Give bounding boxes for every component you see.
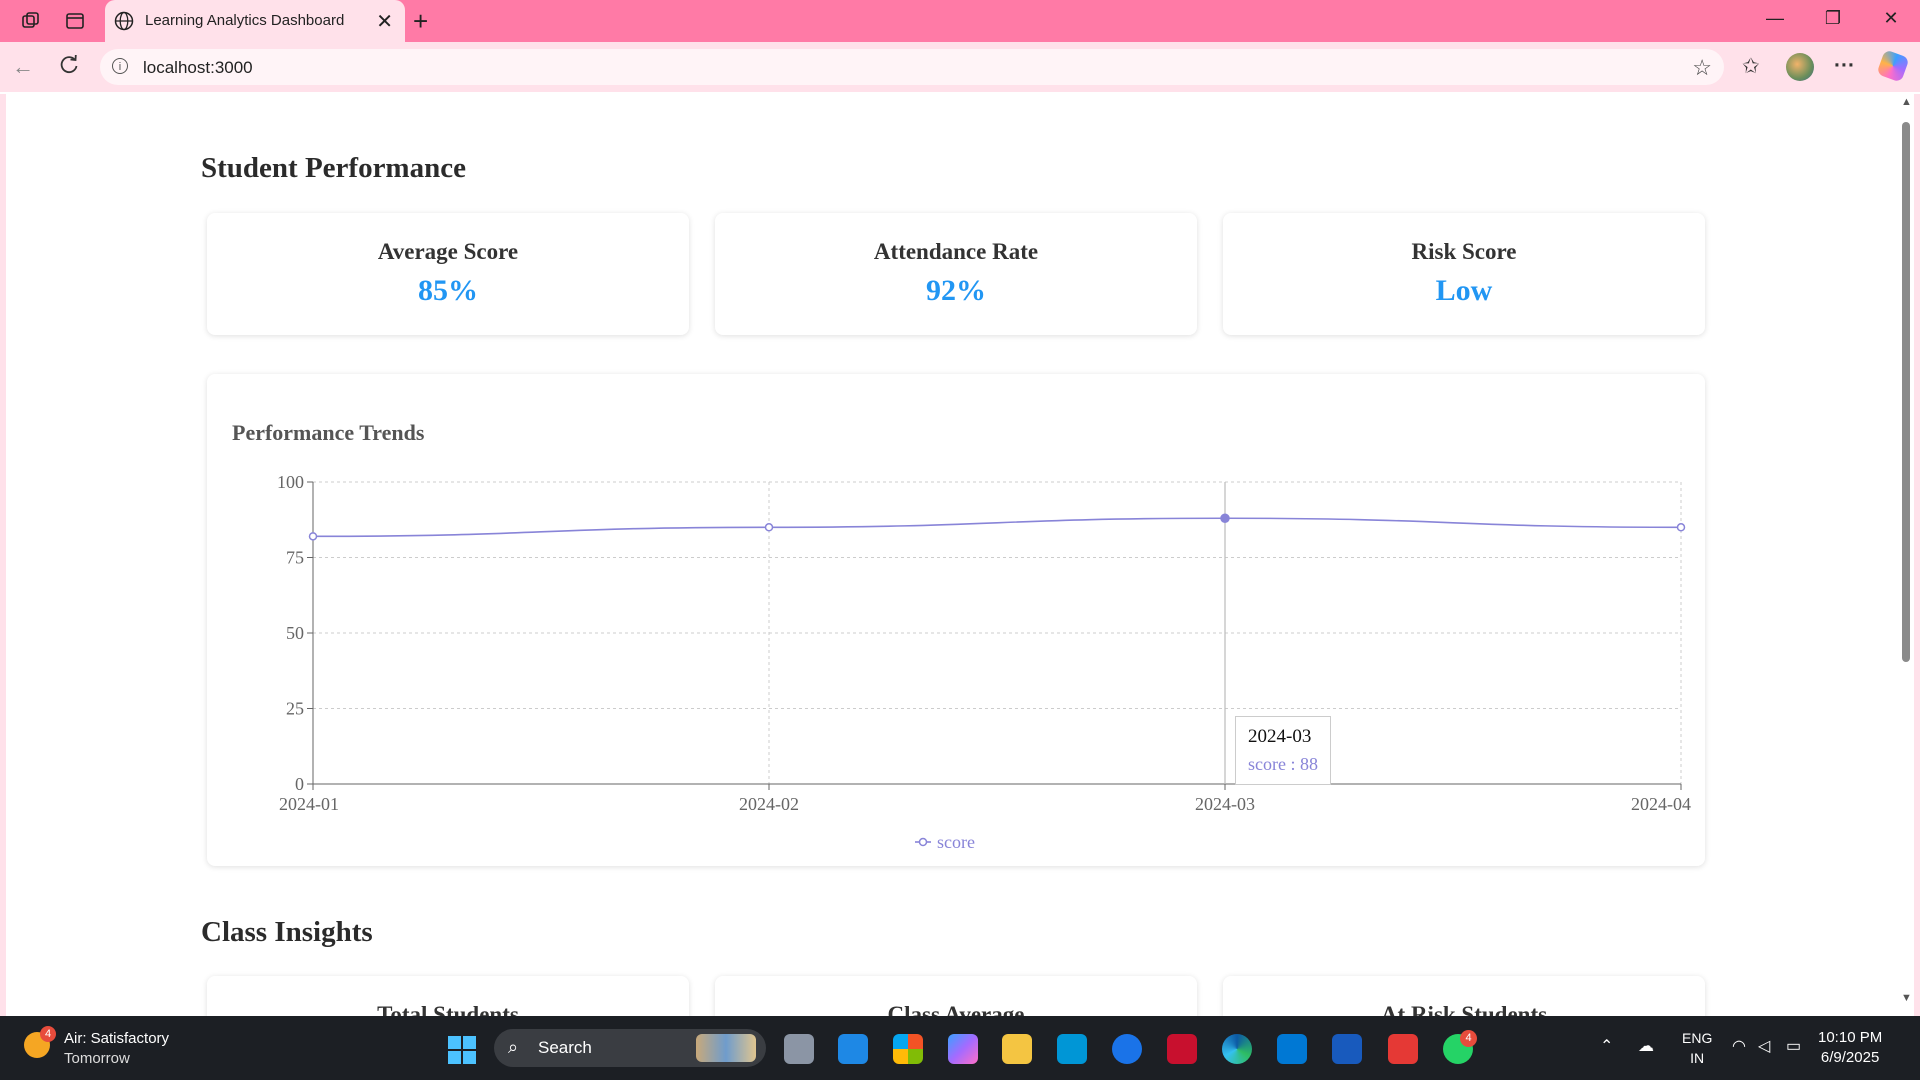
at-risk-students-label: At Risk Students bbox=[1380, 1002, 1548, 1016]
x-tick-label: 2024-03 bbox=[1195, 794, 1255, 814]
total-students-label: Total Students bbox=[377, 1002, 519, 1016]
weather-subtitle: Tomorrow bbox=[64, 1050, 130, 1067]
x-tick-label: 2024-02 bbox=[739, 794, 799, 814]
clock-date: 6/9/2025 bbox=[1820, 1049, 1880, 1066]
mcafee-icon[interactable] bbox=[1167, 1034, 1197, 1064]
page-viewport: Student Performance Average Score 85% At… bbox=[6, 94, 1898, 1016]
taskbar-search[interactable]: ⌕ Search bbox=[494, 1029, 766, 1067]
onedrive-icon[interactable]: ☁ bbox=[1638, 1036, 1654, 1056]
legend-marker-icon bbox=[918, 837, 928, 847]
start-button-icon[interactable] bbox=[448, 1036, 476, 1064]
x-tick-label: 2024-04 bbox=[1631, 794, 1691, 814]
search-label: Search bbox=[538, 1038, 592, 1057]
copilot-app-icon[interactable] bbox=[948, 1034, 978, 1064]
window-border-right bbox=[1914, 94, 1920, 1016]
microsoft-store-icon[interactable] bbox=[893, 1034, 923, 1064]
weather-title[interactable]: Air: Satisfactory bbox=[64, 1030, 169, 1047]
favorite-star-icon[interactable]: ☆ bbox=[1692, 55, 1712, 81]
more-options-icon[interactable]: ··· bbox=[1834, 54, 1855, 78]
y-tick-label: 25 bbox=[286, 699, 304, 719]
address-bar[interactable]: i localhost:3000 ☆ bbox=[100, 49, 1724, 85]
y-tick-label: 75 bbox=[286, 548, 304, 568]
scroll-up-icon[interactable]: ▲ bbox=[1901, 96, 1912, 108]
workspaces-icon[interactable] bbox=[18, 8, 44, 34]
show-hidden-icons-icon[interactable]: ⌃ bbox=[1600, 1036, 1613, 1056]
scroll-thumb[interactable] bbox=[1902, 122, 1910, 662]
word-icon[interactable] bbox=[1332, 1034, 1362, 1064]
tooltip-label: 2024-03 bbox=[1248, 726, 1312, 747]
windows-taskbar: 4 Air: Satisfactory Tomorrow ⌕ Search 4 … bbox=[0, 1016, 1920, 1080]
browser-tab-bar: Learning Analytics Dashboard ✕ + — ❐ ✕ bbox=[0, 0, 1920, 42]
refresh-icon[interactable] bbox=[58, 54, 80, 82]
x-tick-label: 2024-01 bbox=[279, 794, 339, 814]
average-score-label: Average Score bbox=[377, 239, 519, 264]
language-indicator[interactable]: ENG IN bbox=[1682, 1028, 1712, 1068]
vscode-icon[interactable] bbox=[1277, 1034, 1307, 1064]
battery-icon[interactable]: ▭ bbox=[1786, 1036, 1801, 1056]
globe-icon bbox=[113, 10, 135, 37]
data-point bbox=[308, 532, 318, 541]
back-icon[interactable]: ← bbox=[12, 54, 34, 80]
tab-title: Learning Analytics Dashboard bbox=[145, 12, 345, 29]
risk-score-card: Risk Score Low bbox=[1223, 213, 1705, 335]
edge-icon[interactable] bbox=[1222, 1034, 1252, 1064]
acrobat-icon[interactable] bbox=[1388, 1034, 1418, 1064]
copilot-icon[interactable] bbox=[1876, 49, 1910, 83]
data-point bbox=[1676, 523, 1686, 532]
series-line-score bbox=[312, 517, 1682, 538]
risk-score-label: Risk Score bbox=[1411, 239, 1517, 264]
page-scrollbar[interactable]: ▲ ▼ bbox=[1898, 94, 1914, 1016]
address-toolbar: ← i localhost:3000 ☆ ✩ ··· bbox=[0, 42, 1920, 92]
class-average-card: Class Average bbox=[715, 976, 1197, 1016]
url-text[interactable]: localhost:3000 bbox=[143, 58, 253, 78]
average-score-card: Average Score 85% bbox=[207, 213, 689, 335]
minimize-icon[interactable]: — bbox=[1760, 8, 1790, 29]
notepad-icon[interactable] bbox=[838, 1034, 868, 1064]
task-view-icon[interactable] bbox=[784, 1034, 814, 1064]
total-students-card: Total Students bbox=[207, 976, 689, 1016]
attendance-rate-label: Attendance Rate bbox=[873, 239, 1039, 264]
tooltip-value: score : 88 bbox=[1248, 754, 1318, 774]
risk-score-value: Low bbox=[1435, 274, 1493, 307]
student-performance-title: Student Performance bbox=[201, 152, 466, 184]
chart-tooltip: 2024-03 score : 88 bbox=[1235, 716, 1331, 785]
system-clock[interactable]: 10:10 PM 6/9/2025 bbox=[1818, 1028, 1882, 1068]
search-highlight-image bbox=[696, 1034, 756, 1062]
class-insights-title: Class Insights bbox=[201, 916, 373, 948]
weather-badge: 4 bbox=[40, 1026, 56, 1042]
close-window-icon[interactable]: ✕ bbox=[1876, 8, 1906, 29]
search-icon: ⌕ bbox=[508, 1037, 519, 1057]
y-tick-label: 50 bbox=[286, 623, 304, 643]
favorites-icon[interactable]: ✩ bbox=[1742, 54, 1760, 79]
attendance-rate-value: 92% bbox=[926, 274, 986, 307]
performance-trends-card: Performance Trends 0 25 50 75 100 2024-01 2024… bbox=[207, 374, 1705, 866]
language-code: ENG bbox=[1682, 1030, 1713, 1046]
class-average-label: Class Average bbox=[887, 1002, 1025, 1016]
data-point bbox=[1220, 513, 1230, 523]
whatsapp-badge: 4 bbox=[1460, 1030, 1477, 1047]
y-tick-label: 100 bbox=[277, 472, 304, 492]
region-code: IN bbox=[1690, 1050, 1705, 1066]
y-tick-label: 0 bbox=[295, 774, 304, 794]
site-info-icon[interactable]: i bbox=[112, 58, 128, 74]
volume-icon[interactable]: ◁ bbox=[1758, 1036, 1770, 1056]
legend-label: score bbox=[937, 832, 975, 852]
restore-icon[interactable]: ❐ bbox=[1818, 8, 1848, 29]
new-tab-icon[interactable]: + bbox=[413, 6, 428, 37]
get-help-icon[interactable] bbox=[1112, 1034, 1142, 1064]
file-explorer-icon[interactable] bbox=[1002, 1034, 1032, 1064]
average-score-value: 85% bbox=[418, 274, 478, 307]
at-risk-students-card: At Risk Students bbox=[1223, 976, 1705, 1016]
data-point bbox=[764, 523, 774, 532]
vertical-tabs-icon[interactable] bbox=[62, 8, 88, 34]
active-tab[interactable]: Learning Analytics Dashboard ✕ bbox=[105, 0, 405, 42]
wifi-icon[interactable]: ◠ bbox=[1732, 1036, 1746, 1056]
profile-avatar[interactable] bbox=[1786, 53, 1814, 81]
close-tab-icon[interactable]: ✕ bbox=[376, 9, 393, 34]
myhp-icon[interactable] bbox=[1057, 1034, 1087, 1064]
scroll-down-icon[interactable]: ▼ bbox=[1901, 992, 1912, 1004]
performance-line-chart[interactable]: 0 25 50 75 100 2024-01 2024-02 2024-03 2024-04 sc… bbox=[207, 374, 1705, 866]
attendance-rate-card: Attendance Rate 92% bbox=[715, 213, 1197, 335]
clock-time: 10:10 PM bbox=[1818, 1029, 1883, 1046]
